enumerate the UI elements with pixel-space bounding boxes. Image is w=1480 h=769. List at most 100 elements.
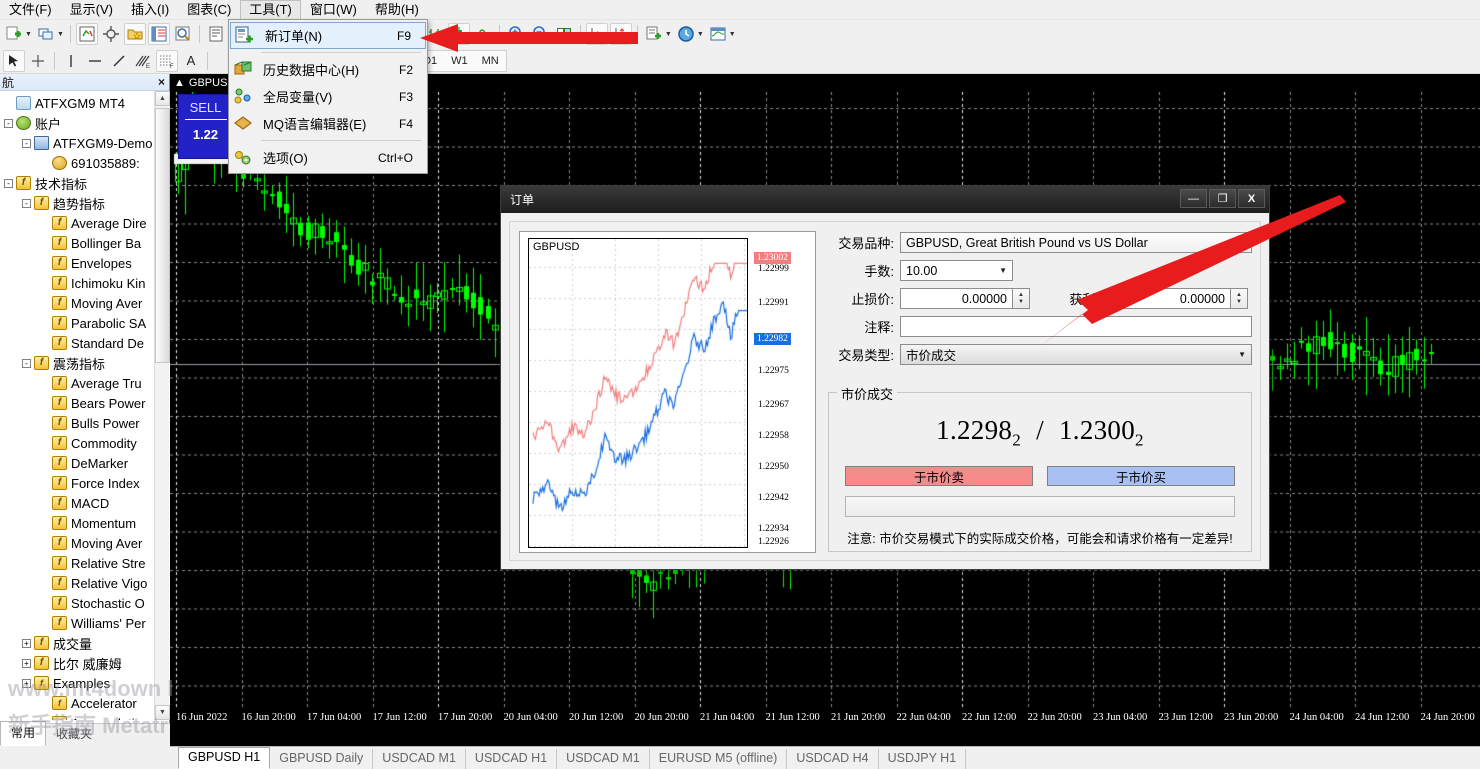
menu-item-1[interactable]: 新订单(N) F9 bbox=[230, 22, 426, 49]
menu-window[interactable]: 窗口(W) bbox=[301, 0, 366, 20]
menu-file[interactable]: 文件(F) bbox=[0, 0, 61, 20]
tree-item[interactable]: f Average Tru bbox=[0, 373, 170, 393]
spin-up-icon[interactable]: ▲ bbox=[1018, 292, 1024, 299]
chevron-down-icon[interactable]: ▼ bbox=[729, 31, 736, 38]
line-chart-icon[interactable] bbox=[472, 23, 494, 45]
sell-at-market-button[interactable]: 于市价卖 bbox=[845, 466, 1033, 487]
chevron-down-icon[interactable]: ▼ bbox=[665, 31, 672, 38]
favorites-icon[interactable] bbox=[123, 23, 146, 45]
crosshair-icon[interactable] bbox=[100, 23, 122, 45]
chart-tab-3[interactable]: USDCAD M1 bbox=[373, 749, 466, 769]
chart-tab-6[interactable]: EURUSD M5 (offline) bbox=[650, 749, 788, 769]
tree-item[interactable]: f Relative Stre bbox=[0, 553, 170, 573]
timeframe-button-w1[interactable]: W1 bbox=[444, 53, 475, 69]
tree-item[interactable]: - f 震荡指标 bbox=[0, 353, 170, 373]
tree-item[interactable]: + f Examples bbox=[0, 673, 170, 693]
collapse-icon[interactable]: ▲ bbox=[174, 77, 185, 89]
menu-item-5[interactable]: 选项(O) Ctrl+O bbox=[229, 144, 427, 171]
spin-up-icon[interactable]: ▲ bbox=[1236, 292, 1242, 299]
order-dialog[interactable]: 订单 — ❐ X GBPUSD 1.229991.229911.229831.2… bbox=[500, 185, 1270, 570]
tree-item[interactable]: f Stochastic O bbox=[0, 593, 170, 613]
tree-item[interactable]: f Moving Aver bbox=[0, 533, 170, 553]
spin-down-icon[interactable]: ▼ bbox=[1018, 299, 1024, 306]
scroll-up-button[interactable]: ▲ bbox=[155, 91, 170, 106]
chevron-down-icon[interactable]: ▼ bbox=[1238, 238, 1246, 247]
stoploss-spinner[interactable]: ▲ ▼ bbox=[1013, 288, 1030, 309]
vertical-line-icon[interactable] bbox=[60, 50, 82, 72]
tree-item[interactable]: - ATFXGM9-Demo bbox=[0, 133, 170, 153]
comment-input[interactable] bbox=[900, 316, 1252, 337]
menu-tools[interactable]: 工具(T) bbox=[240, 0, 301, 20]
symbol-select[interactable]: GBPUSD, Great British Pound vs US Dollar… bbox=[900, 232, 1252, 253]
tree-item[interactable]: f Envelopes bbox=[0, 253, 170, 273]
tools-dropdown-menu[interactable]: 新订单(N) F9 历史数据中心(H) F2 全局变量(V) F3 MQ语言编辑器(E) F4… bbox=[228, 19, 428, 174]
tree-item[interactable]: f Williams' Per bbox=[0, 613, 170, 633]
crosshair-icon[interactable] bbox=[27, 50, 49, 72]
horizontal-line-icon[interactable] bbox=[84, 50, 106, 72]
collapse-icon[interactable]: - bbox=[22, 358, 31, 368]
tree-item[interactable]: - f 技术指标 bbox=[0, 173, 170, 193]
equidistant-channel-icon[interactable]: E bbox=[132, 50, 154, 72]
collapse-icon[interactable]: - bbox=[4, 178, 13, 188]
minimize-button[interactable]: — bbox=[1180, 189, 1207, 208]
navigator-icon[interactable] bbox=[172, 23, 194, 45]
zoom-in-icon[interactable] bbox=[505, 23, 527, 45]
maximize-button[interactable]: ❐ bbox=[1209, 189, 1236, 208]
fibonacci-icon[interactable]: F bbox=[156, 49, 178, 72]
collapse-icon[interactable]: - bbox=[22, 138, 31, 148]
tree-item[interactable]: f Moving Aver bbox=[0, 293, 170, 313]
chart-tab-8[interactable]: USDJPY H1 bbox=[879, 749, 967, 769]
new-chart-icon[interactable] bbox=[3, 23, 25, 45]
tree-item[interactable]: f Bulls Power bbox=[0, 413, 170, 433]
expand-icon[interactable]: + bbox=[22, 658, 31, 668]
tree-item[interactable]: f Bears Power bbox=[0, 393, 170, 413]
takeprofit-input[interactable]: 0.00000 bbox=[1118, 288, 1231, 309]
tree-item[interactable]: f Parabolic SA bbox=[0, 313, 170, 333]
takeprofit-spinner[interactable]: ▲ ▼ bbox=[1231, 288, 1248, 309]
chevron-down-icon[interactable]: ▼ bbox=[57, 31, 64, 38]
trendline-icon[interactable] bbox=[108, 50, 130, 72]
chart-tab-1[interactable]: GBPUSD H1 bbox=[178, 747, 271, 769]
expand-icon[interactable]: + bbox=[22, 638, 31, 648]
navigator-scrollbar[interactable]: ▲ ▼ bbox=[154, 91, 170, 720]
chevron-down-icon[interactable]: ▼ bbox=[697, 31, 704, 38]
text-label-icon[interactable]: A bbox=[180, 50, 202, 72]
chevron-down-icon[interactable]: ▼ bbox=[25, 31, 32, 38]
tree-item[interactable]: f Momentum bbox=[0, 513, 170, 533]
volume-select[interactable]: 10.00 ▼ bbox=[900, 260, 1013, 281]
chart-tab-7[interactable]: USDCAD H4 bbox=[787, 749, 879, 769]
menu-view[interactable]: 显示(V) bbox=[61, 0, 122, 20]
menu-item-4[interactable]: MQ语言编辑器(E) F4 bbox=[229, 110, 427, 137]
menu-chart[interactable]: 图表(C) bbox=[178, 0, 240, 20]
chart-tab-5[interactable]: USDCAD M1 bbox=[557, 749, 650, 769]
templates-icon[interactable] bbox=[707, 23, 729, 45]
close-button[interactable]: X bbox=[1238, 189, 1265, 208]
tree-item[interactable]: f Accumulation bbox=[0, 713, 170, 720]
buy-at-market-button[interactable]: 于市价买 bbox=[1047, 466, 1235, 487]
zoom-out-icon[interactable] bbox=[529, 23, 551, 45]
navigator-tab-2[interactable]: 收藏夹 bbox=[46, 723, 102, 746]
tree-item[interactable]: f Standard De bbox=[0, 333, 170, 353]
cursor-icon[interactable] bbox=[3, 49, 25, 72]
tree-item[interactable]: f Commodity bbox=[0, 433, 170, 453]
tree-item[interactable]: - 账户 bbox=[0, 113, 170, 133]
tree-item[interactable]: f Relative Vigo bbox=[0, 573, 170, 593]
tile-windows-icon[interactable] bbox=[35, 23, 57, 45]
menu-item-2[interactable]: 历史数据中心(H) F2 bbox=[229, 56, 427, 83]
tree-item[interactable]: f Accelerator bbox=[0, 693, 170, 713]
tree-item[interactable]: f Force Index bbox=[0, 473, 170, 493]
chart-shift-icon[interactable] bbox=[609, 23, 632, 45]
menu-help[interactable]: 帮助(H) bbox=[366, 0, 428, 20]
tree-item[interactable]: f DeMarker bbox=[0, 453, 170, 473]
tree-item[interactable]: f Ichimoku Kin bbox=[0, 273, 170, 293]
menu-insert[interactable]: 插入(I) bbox=[122, 0, 178, 20]
tree-item[interactable]: - f 趋势指标 bbox=[0, 193, 170, 213]
timeframe-button-mn[interactable]: MN bbox=[475, 53, 506, 69]
expand-icon[interactable]: + bbox=[22, 678, 31, 688]
tree-item[interactable]: + f 比尔 威廉姆 bbox=[0, 653, 170, 673]
tree-item[interactable]: ATFXGM9 MT4 bbox=[0, 93, 170, 113]
spin-down-icon[interactable]: ▼ bbox=[1236, 299, 1242, 306]
market-watch-icon[interactable] bbox=[75, 23, 98, 45]
auto-scroll-icon[interactable] bbox=[585, 23, 608, 45]
chevron-down-icon[interactable]: ▼ bbox=[1238, 350, 1246, 359]
